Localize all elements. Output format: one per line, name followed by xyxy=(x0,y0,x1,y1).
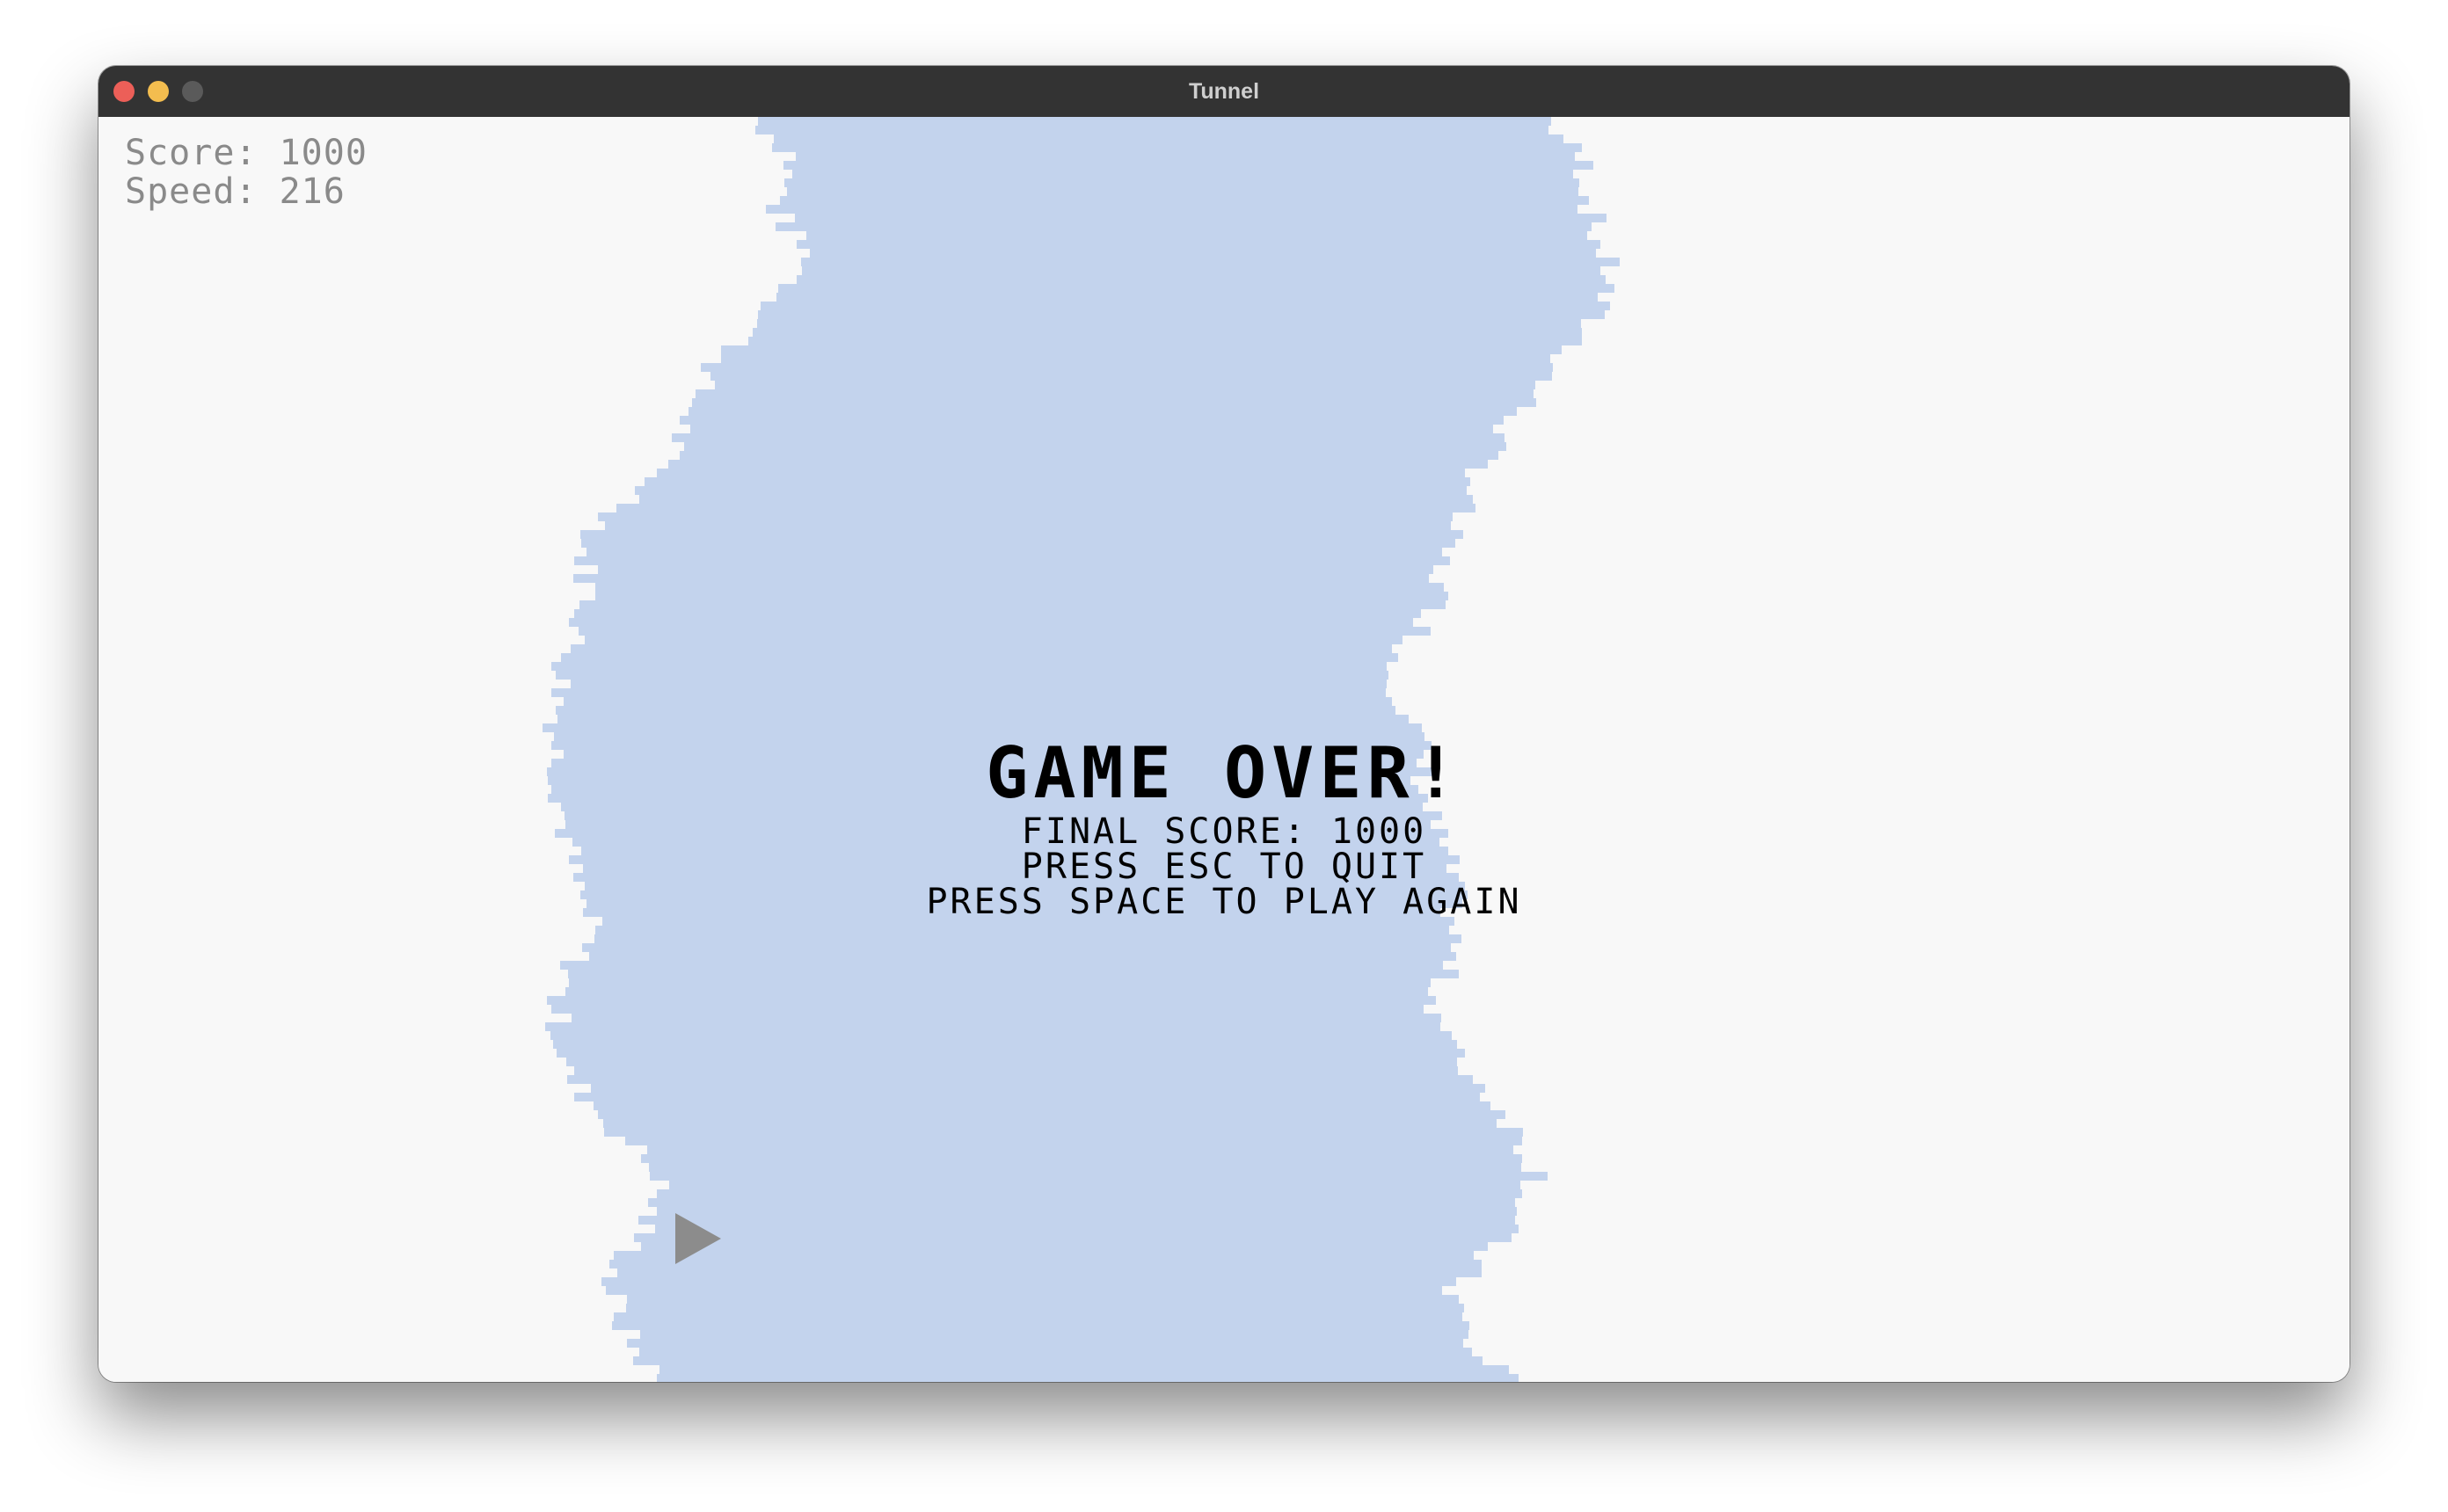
title-bar[interactable]: Tunnel xyxy=(98,66,2350,117)
restart-instruction: PRESS SPACE TO PLAY AGAIN xyxy=(926,882,1522,922)
score-label: Score: 1000 xyxy=(125,133,368,173)
game-canvas[interactable]: Score: 1000 Speed: 216 GAME OVER! FINAL … xyxy=(98,117,2350,1382)
game-over-title: GAME OVER! xyxy=(986,732,1462,814)
game-window: Tunnel Score: 1000 Speed: 216 GAME OVER!… xyxy=(98,66,2350,1382)
window-title: Tunnel xyxy=(1188,79,1260,104)
speed-label: Speed: 216 xyxy=(125,171,346,212)
